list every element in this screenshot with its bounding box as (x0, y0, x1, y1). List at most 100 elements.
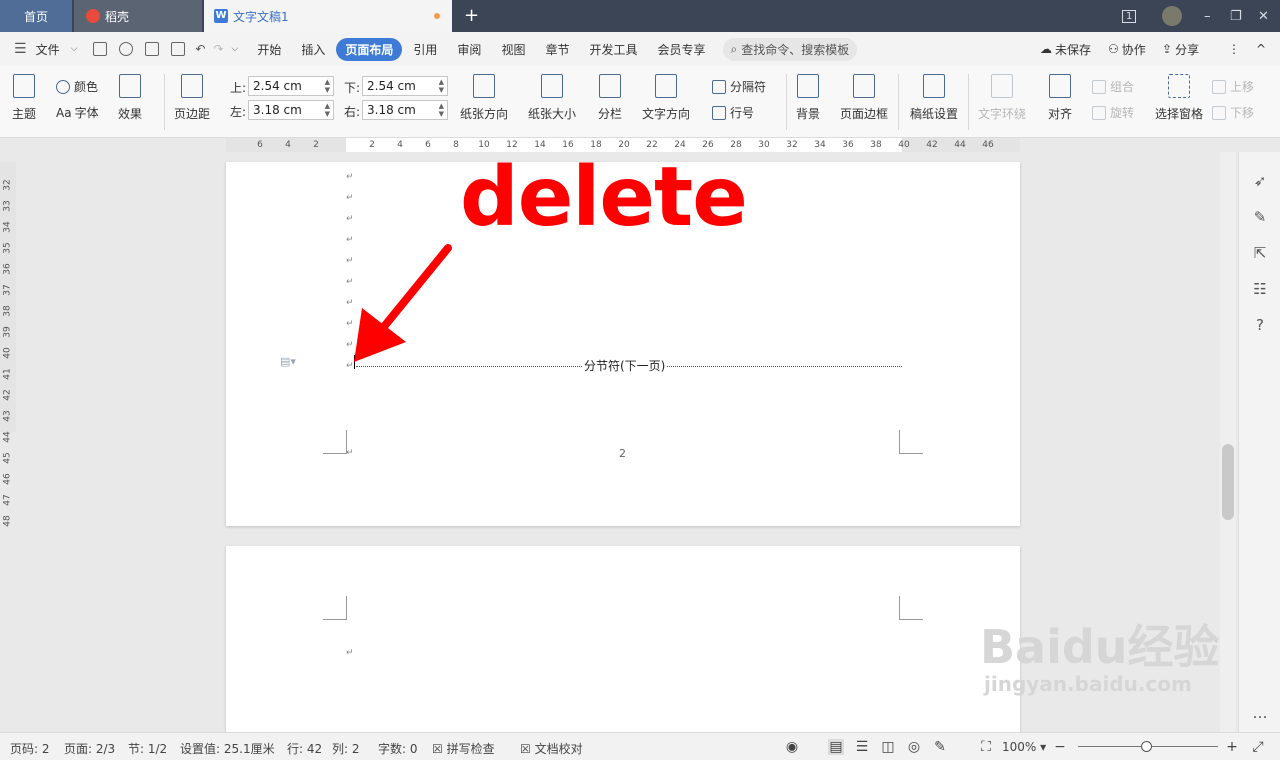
outline-view-icon[interactable]: ☰ (854, 739, 870, 755)
collab-button[interactable]: ⚇ 协作 (1108, 32, 1146, 66)
restore-button[interactable]: ❐ (1230, 0, 1242, 32)
left-margin-input[interactable]: 3.18 cm ▲ ▼ (248, 100, 334, 120)
font-button[interactable]: Aa 字体 (56, 104, 99, 121)
new-tab-button[interactable]: + (464, 5, 479, 26)
document-page-3[interactable]: ↵ (226, 546, 1020, 746)
chevron-down-icon[interactable]: ⌵ (71, 44, 78, 54)
window-count-badge[interactable]: 1 (1122, 0, 1137, 32)
reading-view-icon[interactable]: ◫ (880, 739, 896, 755)
columns-button[interactable]: 分栏 (598, 74, 622, 122)
paper-size-button[interactable]: 纸张大小 (528, 74, 576, 122)
status-page-number[interactable]: 页码: 2 (10, 740, 50, 757)
command-search-box[interactable]: ⌕ 查找命令、搜索模板 (722, 37, 858, 61)
more-menu-icon[interactable]: ⋮ (1228, 32, 1240, 66)
color-button[interactable]: 颜色 (56, 78, 98, 95)
scrollbar-thumb[interactable] (1222, 444, 1234, 520)
menu-tab-developer[interactable]: 开发工具 (580, 38, 646, 61)
collapse-ribbon-icon[interactable]: ^ (1256, 32, 1266, 66)
manuscript-button[interactable]: 稿纸设置 (910, 74, 958, 122)
bottom-margin-input[interactable]: 2.54 cm ▲ ▼ (362, 76, 448, 96)
menu-tab-review[interactable]: 审阅 (448, 38, 490, 61)
paragraph-menu-icon[interactable]: ▤▾ (280, 355, 296, 368)
share-button[interactable]: ⇪ 分享 (1162, 32, 1199, 66)
group-button[interactable]: 组合 (1092, 78, 1134, 95)
eye-protection-icon[interactable]: ◉ (784, 739, 800, 755)
menu-tab-references[interactable]: 引用 (404, 38, 446, 61)
send-backward-button[interactable]: 下移 (1212, 104, 1254, 121)
help-icon[interactable]: ? (1251, 316, 1269, 334)
spinner-arrows-icon[interactable]: ▲ ▼ (325, 78, 330, 94)
spell-check-button[interactable]: ☒ 拼写检查 (432, 740, 495, 757)
unsaved-button[interactable]: ☁ 未保存 (1040, 32, 1091, 66)
line-number-button[interactable]: 行号 (712, 104, 754, 121)
text-direction-button[interactable]: 文字方向 (642, 74, 690, 122)
doc-proof-label: 文档校对 (534, 742, 583, 756)
redo-icon[interactable]: ↷ (213, 42, 223, 56)
writing-mode-icon[interactable]: ✎ (932, 739, 948, 755)
status-column[interactable]: 列: 2 (332, 740, 360, 757)
zoom-slider-handle[interactable] (1141, 741, 1152, 752)
vertical-scrollbar[interactable] (1220, 152, 1236, 732)
status-pages[interactable]: 页面: 2/3 (64, 740, 115, 757)
menu-tab-member[interactable]: 会员专享 (648, 38, 714, 61)
web-view-icon[interactable]: ◎ (906, 739, 922, 755)
selection-pane-button[interactable]: 选择窗格 (1155, 74, 1203, 122)
background-button[interactable]: 背景 (796, 74, 820, 122)
right-side-panel: ➶ ✎ ⇱ ☷ ? … (1238, 152, 1280, 732)
more-options-icon[interactable]: … (1251, 704, 1269, 722)
break-button[interactable]: 分隔符 (712, 78, 766, 95)
close-button[interactable]: ✕ (1258, 0, 1269, 32)
bring-forward-button[interactable]: 上移 (1212, 78, 1254, 95)
tab-daoke[interactable]: 稻壳 (74, 0, 202, 32)
doc-proof-button[interactable]: ☒ 文档校对 (520, 740, 583, 757)
status-word-count[interactable]: 字数: 0 (378, 740, 418, 757)
vertical-ruler[interactable]: 32 33 34 35 36 37 38 39 40 41 42 43 44 45 46 47 48 (0, 162, 16, 527)
save-icon[interactable] (93, 42, 108, 56)
hamburger-icon[interactable]: ☰ (14, 41, 27, 57)
rotate-button[interactable]: 旋转 (1092, 104, 1134, 121)
quick-access-more-icon[interactable]: ⌵ (232, 44, 239, 54)
menu-tab-page-layout[interactable]: 页面布局 (336, 37, 403, 61)
right-margin-input[interactable]: 3.18 cm ▲ ▼ (362, 100, 448, 120)
text-wrap-button[interactable]: 文字环绕 (978, 74, 1026, 122)
tab-home[interactable]: 首页 (0, 0, 72, 32)
menu-tab-insert[interactable]: 插入 (292, 38, 334, 61)
sliders-icon[interactable]: ☷ (1251, 280, 1269, 298)
print-icon[interactable] (145, 42, 160, 56)
fullscreen-icon[interactable]: ⤢ (1250, 739, 1266, 755)
menu-tab-start[interactable]: 开始 (248, 38, 290, 61)
right-margin-value: 3.18 cm (367, 103, 416, 117)
top-margin-input[interactable]: 2.54 cm ▲ ▼ (248, 76, 334, 96)
page-number: 2 (619, 447, 626, 460)
tab-document-label: 文字文稿1 (233, 9, 289, 24)
menu-tab-chapter[interactable]: 章节 (536, 38, 578, 61)
effect-button[interactable]: 效果 (118, 74, 142, 122)
rocket-icon[interactable]: ➶ (1251, 172, 1269, 190)
tab-document[interactable]: W 文字文稿1 (204, 0, 452, 32)
align-button[interactable]: 对齐 (1048, 74, 1072, 122)
menu-tab-view[interactable]: 视图 (492, 38, 534, 61)
format-painter-icon[interactable] (119, 42, 134, 56)
spinner-arrows-icon[interactable]: ▲ ▼ (439, 102, 444, 118)
status-row[interactable]: 行: 42 (287, 740, 322, 757)
spinner-arrows-icon[interactable]: ▲ ▼ (439, 78, 444, 94)
zoom-out-icon[interactable]: − (1052, 739, 1068, 755)
theme-button[interactable]: 主题 (12, 74, 36, 122)
avatar[interactable] (1162, 0, 1182, 32)
margin-button[interactable]: 页边距 (174, 74, 210, 122)
zoom-in-icon[interactable]: + (1224, 739, 1240, 755)
status-section[interactable]: 节: 1/2 (128, 740, 167, 757)
orientation-button[interactable]: 纸张方向 (460, 74, 508, 122)
zoom-level-dropdown[interactable]: 100% ▾ (1002, 740, 1046, 754)
minimize-button[interactable]: – (1204, 0, 1211, 32)
undo-icon[interactable]: ↶ (195, 42, 205, 56)
status-setting-value[interactable]: 设置值: 25.1厘米 (180, 740, 275, 757)
fit-page-icon[interactable]: ⛶ (978, 739, 994, 755)
pointer-icon[interactable]: ⇱ (1251, 244, 1269, 262)
pen-icon[interactable]: ✎ (1251, 208, 1269, 226)
file-menu[interactable]: 文件 (27, 38, 69, 61)
spinner-arrows-icon[interactable]: ▲ ▼ (325, 102, 330, 118)
print-preview-icon[interactable] (171, 42, 186, 56)
page-border-button[interactable]: 页面边框 (840, 74, 888, 122)
page-view-icon[interactable]: ▤ (828, 739, 844, 755)
